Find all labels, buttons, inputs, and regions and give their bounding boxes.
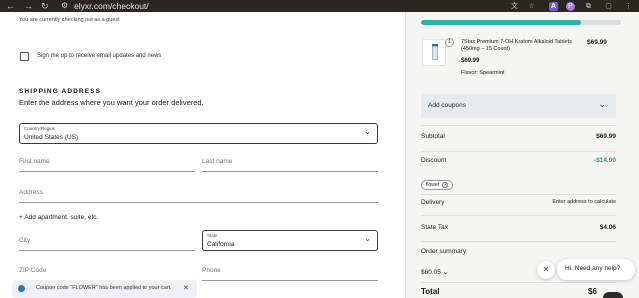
translate-icon[interactable]: 文 <box>510 2 519 11</box>
divider <box>421 151 616 152</box>
first-name-field[interactable]: First name <box>19 158 195 172</box>
back-arrow-icon[interactable]: ← <box>6 0 15 12</box>
subtotal-label: Subtotal <box>421 133 445 140</box>
delivery-value: Enter address to calculate <box>552 199 616 205</box>
country-value: United States (US) <box>24 134 79 141</box>
last-name-placeholder: Last name <box>202 158 233 165</box>
chevron-down-icon: ⌄ <box>442 269 449 276</box>
city-field[interactable]: City <box>19 237 195 251</box>
extension-a-icon[interactable]: A <box>549 2 558 11</box>
chevron-down-icon: ⌄ <box>364 234 371 243</box>
phone-field[interactable]: Phone <box>202 267 378 281</box>
coupon-chip: flower ✕ <box>421 180 454 190</box>
extensions-puzzle-icon[interactable]: ⧉ <box>584 2 593 11</box>
remove-coupon-icon[interactable]: ✕ <box>442 181 449 188</box>
add-apartment-link[interactable]: + Add apartment, suite, etc. <box>19 214 98 221</box>
guest-note: You are currently checking out as a gues… <box>19 17 120 23</box>
divider <box>421 215 616 216</box>
first-name-placeholder: First name <box>19 158 50 165</box>
state-select[interactable]: State California ⌄ <box>202 230 378 251</box>
address-placeholder: Address <box>19 189 43 196</box>
flavor-value: Spearmint <box>479 70 505 76</box>
order-summary-panel: 1 7Stax Premium 7-OH Kratom Alkaloid Tab… <box>405 12 639 298</box>
reload-icon[interactable]: ↻ <box>41 0 49 12</box>
progress-fill <box>421 20 581 25</box>
browser-toolbar: ← → ↻ ⚙ elyxr.com/checkout/ 文 ☆ A P ⧉ ▢ … <box>0 0 639 12</box>
address-field[interactable]: Address <box>19 189 378 203</box>
total-value: $6 <box>588 287 597 296</box>
checkout-progress-bar <box>421 20 621 25</box>
product-flavor: Flavor: Spearmint <box>461 70 504 76</box>
zip-field[interactable]: ZIP Code <box>19 267 195 281</box>
subtotal-value: $69.99 <box>596 133 616 140</box>
total-label: Total <box>421 287 440 296</box>
discount-value: -$14.00 <box>593 157 616 164</box>
extension-p-icon[interactable]: P <box>566 2 575 11</box>
flavor-label: Flavor: <box>461 70 478 76</box>
profile-icon[interactable]: ▢ <box>604 2 613 11</box>
bookmark-star-icon[interactable]: ☆ <box>527 2 536 11</box>
shipping-heading: SHIPPING ADDRESS <box>19 88 102 95</box>
chevron-down-icon: ⌄ <box>598 99 606 109</box>
address-bar[interactable]: elyxr.com/checkout/ <box>74 0 149 12</box>
divider <box>421 194 616 195</box>
state-label: State <box>207 233 218 238</box>
divider <box>421 241 616 242</box>
menu-kebab-icon[interactable]: ⋮ <box>624 2 633 11</box>
newsletter-label: Sign me up to receive email updates and … <box>37 53 162 59</box>
product-price: $69.99 <box>587 39 607 46</box>
order-summary-amount: $60.05 <box>421 269 441 276</box>
forward-arrow-icon[interactable]: → <box>24 0 33 12</box>
coupon-chip-label: flower <box>426 182 440 188</box>
info-icon <box>18 285 25 292</box>
add-coupons-toggle[interactable]: Add coupons ⌄ <box>421 94 616 118</box>
chevron-down-icon: ⌄ <box>364 127 371 136</box>
quantity-badge: 1 <box>445 38 454 47</box>
state-tax-label: State Tax <box>421 224 448 231</box>
chat-launcher-button[interactable] <box>603 292 623 298</box>
checkout-form: You are currently checking out as a gues… <box>0 12 405 298</box>
add-coupons-label: Add coupons <box>428 102 466 109</box>
state-value: California <box>207 241 235 248</box>
city-placeholder: City <box>19 237 31 244</box>
discount-label: Discount <box>421 157 447 164</box>
product-image <box>422 39 446 66</box>
chat-dismiss-button[interactable]: ✕ <box>537 261 555 279</box>
coupon-applied-toast: Coupon code "FLOWER" has been applied to… <box>12 280 197 298</box>
country-select[interactable]: Country/Region United States (US) ⌄ <box>19 123 378 144</box>
site-info-icon[interactable]: ⚙ <box>61 1 68 11</box>
country-label: Country/Region <box>24 126 56 131</box>
chat-greeting-bubble[interactable]: Hi. Need any help? <box>557 259 635 280</box>
order-summary-toggle[interactable]: $60.05 ⌄ <box>421 268 448 276</box>
product-subtotal: $69.99 <box>461 58 480 64</box>
state-tax-value: $4.06 <box>599 224 616 231</box>
toast-message: Coupon code "FLOWER" has been applied to… <box>36 285 172 291</box>
delivery-label: Delivery <box>421 199 445 206</box>
order-summary-label: Order summary <box>421 248 467 255</box>
close-icon[interactable]: ✕ <box>183 284 189 292</box>
shipping-subheading: Enter the address where you want your or… <box>19 98 204 107</box>
newsletter-checkbox[interactable] <box>20 52 29 61</box>
last-name-field[interactable]: Last name <box>202 158 378 172</box>
divider <box>421 282 616 283</box>
chat-greeting: Hi. Need any help? <box>565 265 621 272</box>
divider <box>421 125 616 126</box>
product-name: 7Stax Premium 7-OH Kratom Alkaloid Table… <box>461 39 572 52</box>
phone-placeholder: Phone <box>202 267 221 274</box>
zip-placeholder: ZIP Code <box>19 267 47 274</box>
